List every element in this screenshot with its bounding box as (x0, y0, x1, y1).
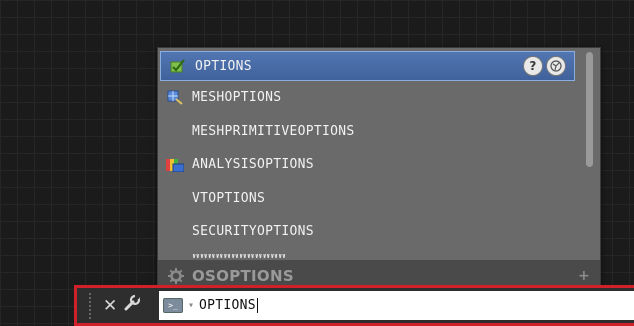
text-caret (256, 298, 258, 313)
mesh-icon (165, 90, 185, 106)
chevron-down-icon[interactable]: ▾ (188, 300, 194, 311)
wrench-icon[interactable] (123, 294, 141, 317)
expand-icon[interactable]: + (578, 268, 590, 284)
analysis-icon (165, 157, 185, 173)
item-label: SECURITYOPTIONS (192, 224, 314, 240)
help-icon[interactable]: ? (523, 56, 543, 76)
item-label: OPTIONS (195, 58, 252, 74)
autocomplete-list: OPTIONS ? MESHOPTIONS MESHPRIMITIVEOPTIO… (158, 48, 577, 249)
check-icon (168, 58, 188, 74)
command-input-text: OPTIONS (199, 298, 256, 313)
drag-handle-icon[interactable] (89, 292, 97, 319)
autocomplete-scrollbar[interactable] (583, 52, 597, 262)
autocomplete-item-analysisoptions[interactable]: ANALYSISOPTIONS (158, 148, 577, 182)
command-prompt-icon[interactable]: >_ (163, 298, 183, 313)
autocomplete-item-securityoptions[interactable]: SECURITYOPTIONS (158, 215, 577, 249)
autocomplete-item-options[interactable]: OPTIONS ? (160, 51, 575, 81)
item-label: MESHPRIMITIVEOPTIONS (192, 123, 355, 139)
web-search-icon[interactable] (546, 56, 566, 76)
command-line: ✕ >_ ▾ OPTIONS (74, 285, 634, 326)
autocomplete-item-vtoptions[interactable]: VTOPTIONS (158, 182, 577, 216)
scrollbar-thumb[interactable] (586, 52, 593, 167)
autocomplete-popup: OPTIONS ? MESHOPTIONS MESHPRIMITIVEOPTIO… (157, 47, 601, 292)
gear-icon (168, 267, 184, 284)
command-line-tools: ✕ (77, 288, 157, 323)
item-label: MESHOPTIONS (192, 90, 282, 106)
command-input[interactable]: >_ ▾ OPTIONS (159, 291, 634, 320)
autocomplete-item-meshoptions[interactable]: MESHOPTIONS (158, 81, 577, 115)
close-icon[interactable]: ✕ (103, 296, 117, 316)
autocomplete-item-meshprimitiveoptions[interactable]: MESHPRIMITIVEOPTIONS (158, 115, 577, 149)
item-label: VTOPTIONS (192, 190, 266, 206)
item-label: ANALYSISOPTIONS (192, 157, 314, 173)
footer-label: OSOPTIONS (192, 266, 294, 285)
help-buttons: ? (523, 56, 566, 76)
